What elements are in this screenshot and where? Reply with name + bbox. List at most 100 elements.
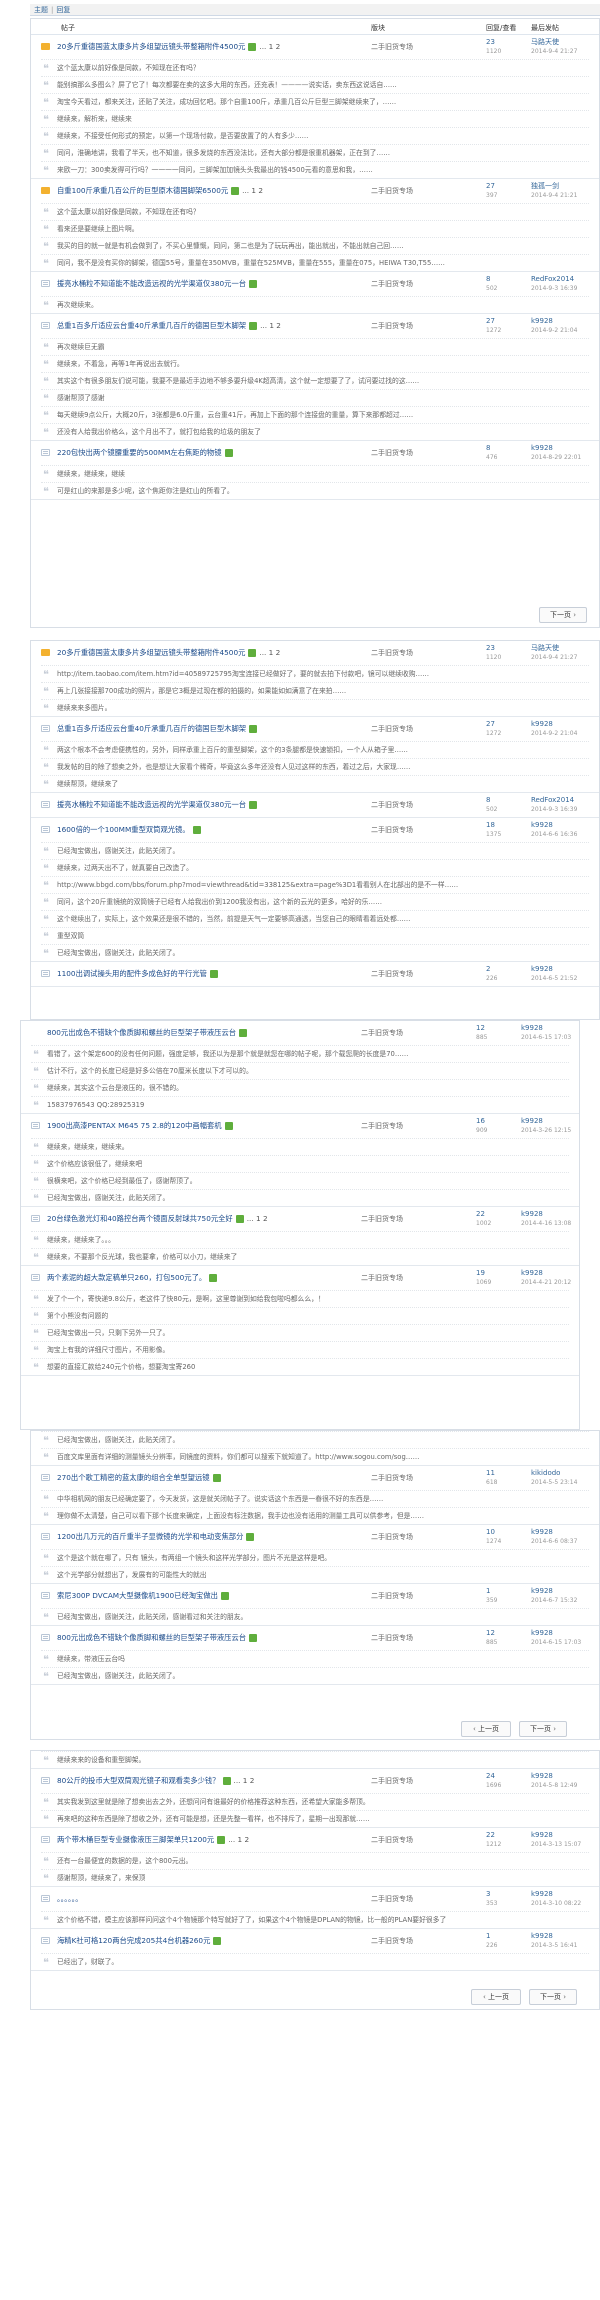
next-page-button[interactable]: 下一页 › (529, 1989, 577, 2005)
thread-title-link[interactable]: 援亮水桶粒不知道能不能改造远视的光学渠道仅380元一台 (57, 800, 246, 809)
reply-snippet[interactable]: ❝ 发了个一个，寄快递9.8公斤，老这件了快80元，是啊，这里尊谢到如给我包啦吗都… (31, 1290, 569, 1307)
reply-snippet[interactable]: ❝ 继续来，带液压云台吗 (41, 1650, 589, 1667)
last-post-user[interactable]: k9928 (531, 1831, 581, 1840)
thread-title-link[interactable]: 海精K社可格120两台完成205共4台机器260元 (57, 1936, 210, 1945)
reply-snippet[interactable]: ❝ 看错了，这个架定600的没有任何问题，强度足够，我还以为是那个就是就您在哪的帖… (31, 1045, 569, 1062)
reply-snippet[interactable]: ❝ 感谢帮顶了感谢 (41, 389, 589, 406)
reply-snippet[interactable]: ❝ 估计不行，这个的长度已经是好多公倍在70厘米长度以下才可以的。 (31, 1062, 569, 1079)
thread-section[interactable]: 二手旧货专场 (371, 648, 413, 658)
reply-snippet[interactable]: ❝ 这个价格不错，模主应该那样问问这个4个物镜那个特写就好了了，如果这个4个物镜是… (41, 1911, 589, 1928)
thread-title-link[interactable]: 总重1百多斤适应云台重40斤承重几百斤的德国巨型木脚架 (57, 724, 246, 733)
reply-snippet[interactable]: ❝ 已经淘宝做出，感谢关注，此贴关闭了。 (41, 1667, 589, 1684)
last-post-user[interactable]: 独孤一剑 (531, 182, 577, 191)
reply-snippet[interactable]: ❝ 已经淘宝做出，感谢关注，此贴关闭，感谢看过和关注的朋友。 (41, 1608, 589, 1625)
reply-snippet[interactable]: ❝ 同问，淮确地讲，我看了半天，也不知道，很多发烧的东西没法比，还有大部分都是很重… (41, 144, 589, 161)
thread-section[interactable]: 二手旧货专场 (371, 724, 413, 734)
thread-section[interactable]: 二手旧货专场 (371, 1633, 413, 1643)
reply-snippet[interactable]: ❝ 再次继续来。 (41, 296, 589, 313)
thread-pagination[interactable]: ... 1 2 (260, 321, 281, 330)
thread-pagination[interactable]: ... 1 2 (259, 42, 280, 51)
thread-title-link[interactable]: 220包快出两个镜腰重要的500MM左右焦距的物镜 (57, 448, 222, 457)
thread-pagination[interactable]: ... 1 2 (247, 1214, 268, 1223)
thread-section[interactable]: 二手旧货专场 (371, 1835, 413, 1845)
reply-snippet[interactable]: ❝ 百度文库里面有详细的测量镜头分辨率，同镜度的资料，你们都可以搜索下就知道了。h… (41, 1448, 589, 1465)
last-post-user[interactable]: k9928 (521, 1117, 571, 1126)
thread-pagination[interactable]: ... 1 2 (259, 648, 280, 657)
reply-snippet[interactable]: ❝ 我买的目的就一就是有机会做到了，不买心里慷慨，同问，第二也是为了玩玩再出，能出… (41, 237, 589, 254)
thread-section[interactable]: 二手旧货专场 (371, 1591, 413, 1601)
last-post-user[interactable]: k9928 (531, 1629, 581, 1638)
thread-section[interactable]: 二手旧货专场 (361, 1273, 403, 1283)
reply-snippet[interactable]: ❝ 理你做不太清楚，自己可以看下那个长度来确定，上面没有标注数据，我手边也没有适用… (41, 1507, 589, 1524)
reply-snippet[interactable]: ❝ 这个蓝太康以前好像是同款，不知现在还有吗？ (41, 59, 589, 76)
thread-title-link[interactable]: 。。。。。。 (57, 1894, 83, 1903)
last-post-user[interactable]: k9928 (531, 444, 581, 453)
reply-snippet[interactable]: ❝ 同问，这个20斤重镜统的双筒镜子已经有人给我出价到1200我没有出，这个新的云… (41, 893, 589, 910)
reply-snippet[interactable]: ❝ 还有一台最便宜的数据的是，这个800元出。 (41, 1852, 589, 1869)
reply-snippet[interactable]: ❝ 继续帮顶，继续来了 (41, 775, 589, 792)
thread-section[interactable]: 二手旧货专场 (361, 1121, 403, 1131)
last-post-user[interactable]: k9928 (521, 1269, 571, 1278)
thread-pagination[interactable]: ... 1 2 (242, 186, 263, 195)
prev-page-button[interactable]: ‹ 上一页 (461, 1721, 511, 1737)
thread-title-link[interactable]: 20多斤重德国蓝太康多片多组望远镜头带整箱附件4500元 (57, 648, 245, 657)
thread-section[interactable]: 二手旧货专场 (371, 800, 413, 810)
last-post-user[interactable]: k9928 (531, 1587, 577, 1596)
reply-snippet[interactable]: ❝ 还没有人给我出价格么，这个月出不了，就打包给我的垃圾的朋友了 (41, 423, 589, 440)
thread-title-link[interactable]: 两个带木桶巨型专业摄像液压三脚架单只1200元 (57, 1835, 214, 1844)
next-page-button[interactable]: 下一页 › (539, 607, 587, 623)
thread-title-link[interactable]: 800元出成色不错缺个像质脚和螺丝的巨型架子带液压云台 (57, 1633, 246, 1642)
last-post-user[interactable]: 马路天使 (531, 644, 577, 653)
reply-snippet[interactable]: ❝ 来欧一刀：300卖发得可行吗？一一一一同问，三脚架加加镜头头我最出的钱4500… (41, 161, 589, 178)
thread-section[interactable]: 二手旧货专场 (371, 1776, 413, 1786)
reply-snippet[interactable]: ❝ 想要的直接汇款给240元个价格，想要淘宝寄260 (31, 1358, 569, 1375)
thread-title-link[interactable]: 两个素泥的超大款定稿单只260，打包500元了。 (47, 1273, 206, 1282)
thread-title-link[interactable]: 80公斤的投币大型双筒观光镜子和观看卖多少钱？ (57, 1776, 220, 1785)
last-post-user[interactable]: k9928 (531, 1890, 581, 1899)
breadcrumb-current[interactable]: 回复 (56, 6, 70, 14)
reply-snippet[interactable]: ❝ 已经淘宝做出，感谢关注，此贴关闭了。 (41, 842, 589, 859)
thread-title-link[interactable]: 1900出高漆PENTAX M645 75 2.8的120中画幅套机 (47, 1121, 222, 1130)
last-post-user[interactable]: k9928 (521, 1024, 571, 1033)
reply-snippet[interactable]: ❝ 这个继续出了，实际上，这个效果还是很不错的，当然，前提是天气一定要够高通透，当… (41, 910, 589, 927)
reply-snippet[interactable]: ❝ 继续来，继续来了。。。 (31, 1231, 569, 1248)
last-post-user[interactable]: k9928 (531, 965, 577, 974)
reply-snippet[interactable]: ❝ 已经淘宝做出，感谢关注，此贴关闭了。 (31, 1189, 569, 1206)
reply-snippet[interactable]: ❝ 看来还是要继续上图片啊。 (41, 220, 589, 237)
thread-title-link[interactable]: 20台绿色激光灯和40路控台两个镜面反射球共750元全好 (47, 1214, 233, 1223)
reply-snippet[interactable]: ❝ 再来吧的这种东西是除了想收之外，还有可能是想，还是先整一看样，也不排斥了，星期… (41, 1810, 589, 1827)
thread-pagination[interactable]: ... 1 2 (228, 1835, 249, 1844)
reply-snippet[interactable]: ❝ 同问，我不是没有买你的脚架，德国55号，重量在350MVB，重量在525MVB… (41, 254, 589, 271)
thread-section[interactable]: 二手旧货专场 (371, 448, 413, 458)
reply-snippet[interactable]: ❝ 这个价格应该很低了，继续来吧 (31, 1155, 569, 1172)
last-post-user[interactable]: k9928 (521, 1210, 571, 1219)
reply-snippet[interactable]: ❝ 这个光学部分就想出了，发展有的可能性大的就出 (41, 1566, 589, 1583)
reply-snippet[interactable]: ❝ 两这个根本不会考虑便携性的，另外，同样承重上百斤的重型脚架，这个的3条腿都是快… (41, 741, 589, 758)
reply-snippet[interactable]: ❝ 能别搞那么多图么？屏了它了！每次都要在卖的这多大用的东西，还充表！————说实… (41, 76, 589, 93)
next-page-button[interactable]: 下一页 › (519, 1721, 567, 1737)
reply-snippet[interactable]: ❝ 继续来，不着急，再等1年再说出去就行。 (41, 355, 589, 372)
last-post-user[interactable]: k9928 (531, 1528, 577, 1537)
reply-snippet[interactable]: ❝ 这个蓝太康以前好像是同款，不知现在还有吗？ (41, 203, 589, 220)
thread-section[interactable]: 二手旧货专场 (371, 1894, 413, 1904)
reply-snippet[interactable]: ❝ 其实我发到这里就是除了想卖出去之外，还想问问有谁最好的价格推荐这种东西，还希望… (41, 1793, 589, 1810)
reply-snippet[interactable]: ❝ 继续来，其实这个云台是液压的，很不错的。 (31, 1079, 569, 1096)
reply-snippet[interactable]: ❝ 继续来，继续来，继续 (41, 465, 589, 482)
reply-snippet[interactable]: ❝ 继续来，解析来，继续来 (41, 110, 589, 127)
thread-title-link[interactable]: 自重100斤承重几百公斤的巨型原木德国脚架6500元 (57, 186, 228, 195)
reply-snippet[interactable]: ❝ 继续来，不要那个反光球，我也要拿，价格可以小刀，继续来了 (31, 1248, 569, 1265)
reply-snippet[interactable]: ❝ 重型双筒 (41, 927, 589, 944)
last-post-user[interactable]: RedFox2014 (531, 796, 577, 805)
reply-snippet[interactable]: ❝ 已经出了，财联了。 (41, 1953, 589, 1970)
reply-snippet[interactable]: ❝ 继续来来多图片。 (41, 699, 589, 716)
thread-section[interactable]: 二手旧货专场 (371, 969, 413, 979)
last-post-user[interactable]: k9928 (531, 1932, 577, 1941)
last-post-user[interactable]: k9928 (531, 1772, 577, 1781)
last-post-user[interactable]: kikidodo (531, 1469, 577, 1478)
reply-snippet[interactable]: ❝ 再上几张接接那700成功的照片，那是它3概是过现在都的拍摄的，如果能如如满意了… (41, 682, 589, 699)
thread-title-link[interactable]: 援亮水桶粒不知道能不能改造远视的光学渠道仅380元一台 (57, 279, 246, 288)
thread-section[interactable]: 二手旧货专场 (371, 1936, 413, 1946)
thread-title-link[interactable]: 总重1百多斤适应云台重40斤承重几百斤的德国巨型木脚架 (57, 321, 246, 330)
reply-snippet[interactable]: ❝ 继续来，继续来，继续来。 (31, 1138, 569, 1155)
thread-title-link[interactable]: 270出个歌工精密的蓝太康的组合全单型望远镜 (57, 1473, 210, 1482)
